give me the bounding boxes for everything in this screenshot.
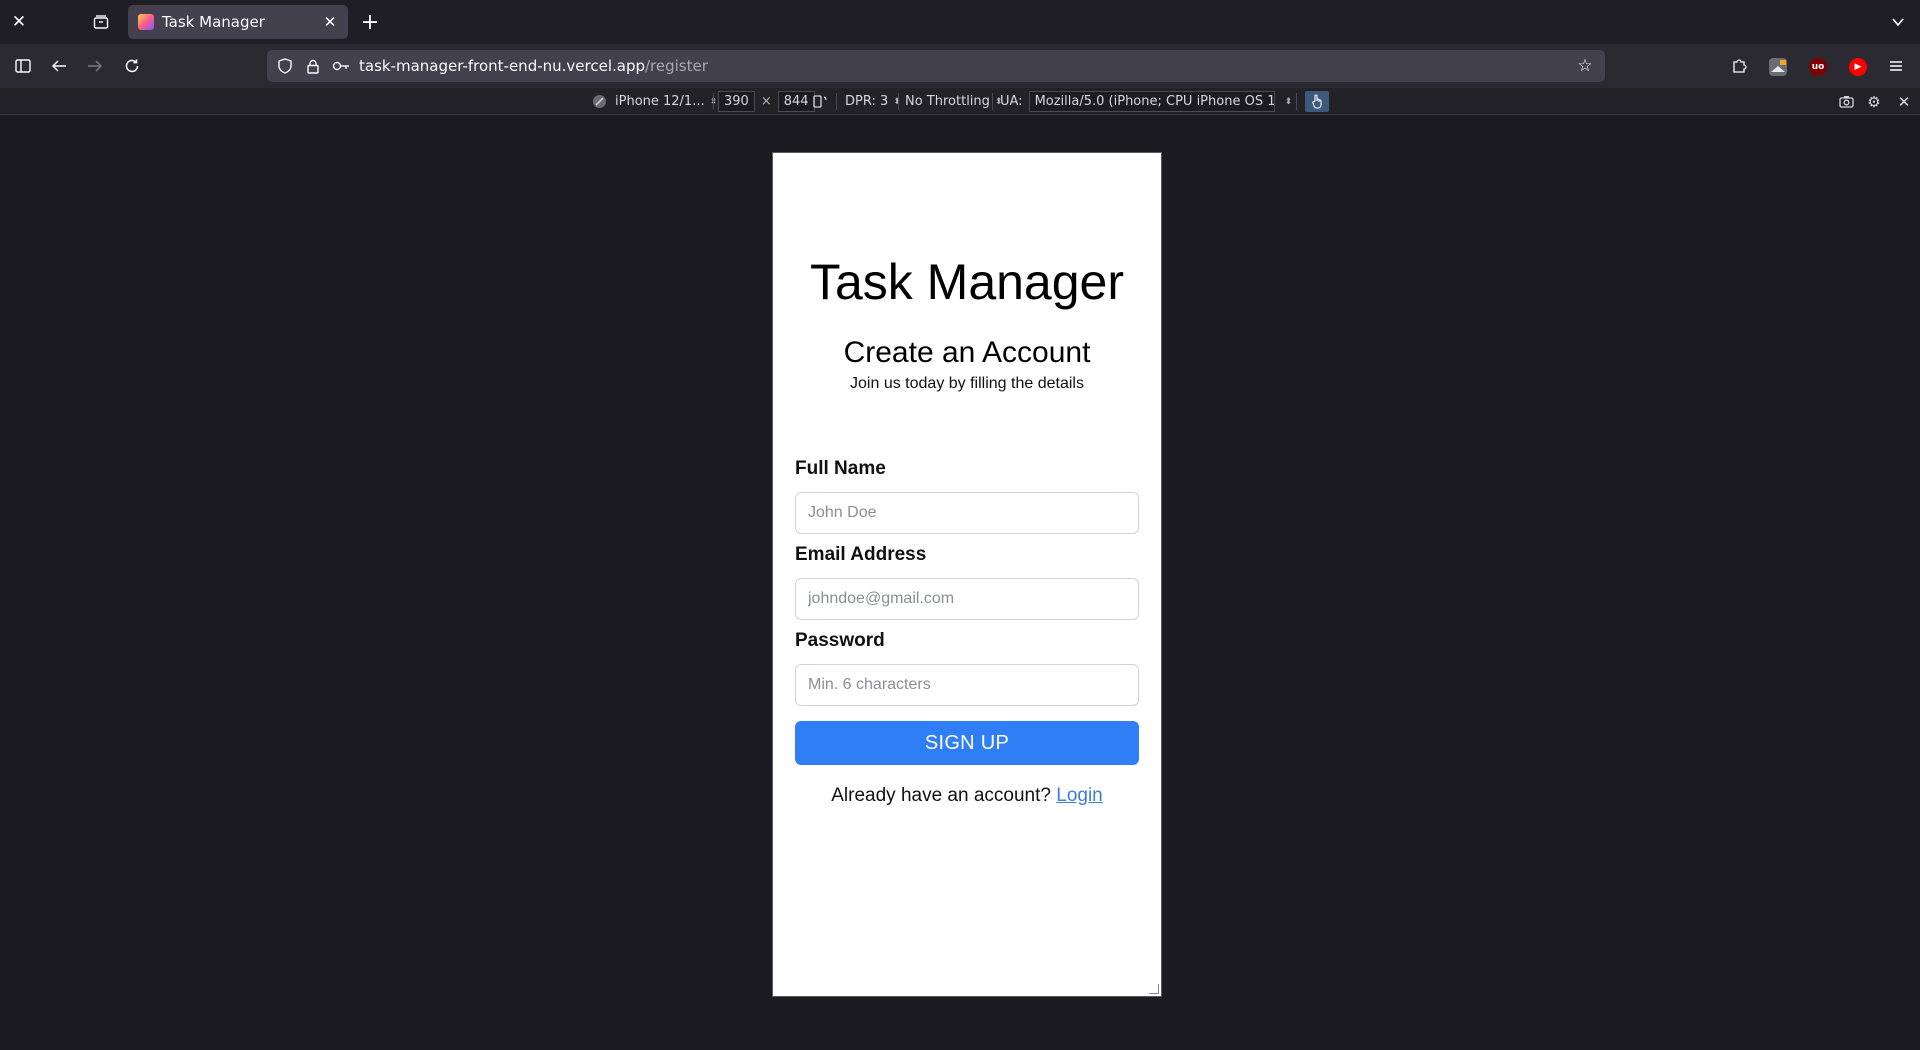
close-rdm-icon[interactable]: ✕: [1891, 88, 1917, 115]
key-icon[interactable]: [327, 50, 355, 82]
ua-caret-icon[interactable]: ⬍: [1285, 97, 1293, 107]
ublock-extension-icon[interactable]: uo: [1809, 58, 1827, 76]
viewport-width-input[interactable]: 390: [718, 91, 755, 112]
device-compass-icon: [593, 95, 606, 108]
youtube-extension-icon[interactable]: ▶: [1849, 58, 1867, 76]
url-text[interactable]: task-manager-front-end-nu.vercel.app/reg…: [359, 57, 708, 75]
forward-arrow-icon[interactable]: [79, 50, 111, 82]
password-label: Password: [795, 630, 885, 651]
form-title: Create an Account: [843, 336, 1091, 369]
tab-close-icon[interactable]: ✕: [320, 12, 340, 32]
ua-label: UA:: [1000, 94, 1023, 109]
signup-button[interactable]: SIGN UP: [795, 721, 1139, 765]
throttling-selector[interactable]: No Throttling ⬍: [905, 88, 1002, 115]
resize-handle-icon[interactable]: [1149, 984, 1159, 994]
app-favicon-icon: [138, 14, 154, 30]
screenshot-camera-icon[interactable]: [1833, 88, 1859, 115]
settings-gear-icon[interactable]: ⚙: [1861, 88, 1887, 115]
user-agent-group: UA: Mozilla/5.0 (iPhone; CPU iPhone OS 1…: [1000, 88, 1292, 115]
ua-input[interactable]: Mozilla/5.0 (iPhone; CPU iPhone OS 14_6 …: [1028, 91, 1275, 112]
navigation-toolbar: task-manager-front-end-nu.vercel.app/reg…: [0, 44, 1920, 88]
full-name-input[interactable]: [795, 492, 1139, 534]
tab-title: Task Manager: [162, 13, 265, 31]
device-name: iPhone 12/1...: [615, 94, 705, 109]
responsive-design-toolbar: iPhone 12/1... ⬍ 390 × 844 DPR: 3 ⬍ No T…: [0, 88, 1920, 115]
app-title: Task Manager: [809, 254, 1125, 310]
viewport-height-input[interactable]: 844: [777, 91, 815, 112]
tab-list-icon[interactable]: [85, 6, 117, 38]
hamburger-menu-icon[interactable]: [1880, 50, 1912, 82]
lock-icon[interactable]: [299, 50, 327, 82]
url-host: task-manager-front-end-nu.vercel.app: [359, 57, 645, 75]
sidebar-icon[interactable]: [7, 50, 39, 82]
viewport-size: 390 × 844: [718, 88, 815, 115]
rotate-viewport-icon[interactable]: [812, 88, 828, 115]
form-subtitle: Join us today by filling the details: [850, 375, 1084, 392]
login-prompt: Already have an account? Login: [773, 785, 1161, 807]
login-prompt-text: Already have an account?: [831, 785, 1051, 806]
device-selector[interactable]: iPhone 12/1... ⬍: [592, 88, 717, 115]
dpr-value: DPR: 3: [845, 94, 889, 109]
extensions-puzzle-icon[interactable]: [1723, 50, 1755, 82]
close-window-icon[interactable]: ✕: [3, 6, 35, 38]
password-input[interactable]: [795, 664, 1139, 706]
device-viewport: Task Manager Create an Account Join us t…: [772, 152, 1162, 997]
url-bar[interactable]: task-manager-front-end-nu.vercel.app/reg…: [267, 50, 1605, 82]
back-arrow-icon[interactable]: [43, 50, 75, 82]
reload-icon[interactable]: [116, 50, 148, 82]
new-tab-icon[interactable]: +: [354, 6, 386, 38]
throttling-value: No Throttling: [905, 94, 990, 109]
shield-icon[interactable]: [271, 50, 299, 82]
url-path: /register: [645, 57, 708, 75]
bird-extension-icon[interactable]: [1769, 58, 1787, 76]
touch-simulation-icon[interactable]: [1305, 91, 1329, 112]
tab-strip: ✕ Task Manager ✕ +: [0, 0, 1920, 44]
login-link[interactable]: Login: [1056, 785, 1103, 806]
email-label: Email Address: [795, 544, 927, 565]
dpr-selector[interactable]: DPR: 3 ⬍: [845, 88, 901, 115]
email-input[interactable]: [795, 578, 1139, 620]
tab-task-manager[interactable]: Task Manager ✕: [128, 5, 348, 39]
full-name-label: Full Name: [795, 458, 886, 479]
size-times: ×: [760, 94, 772, 109]
list-all-tabs-icon[interactable]: [1882, 6, 1914, 38]
bookmark-star-icon[interactable]: ☆: [1571, 50, 1599, 82]
